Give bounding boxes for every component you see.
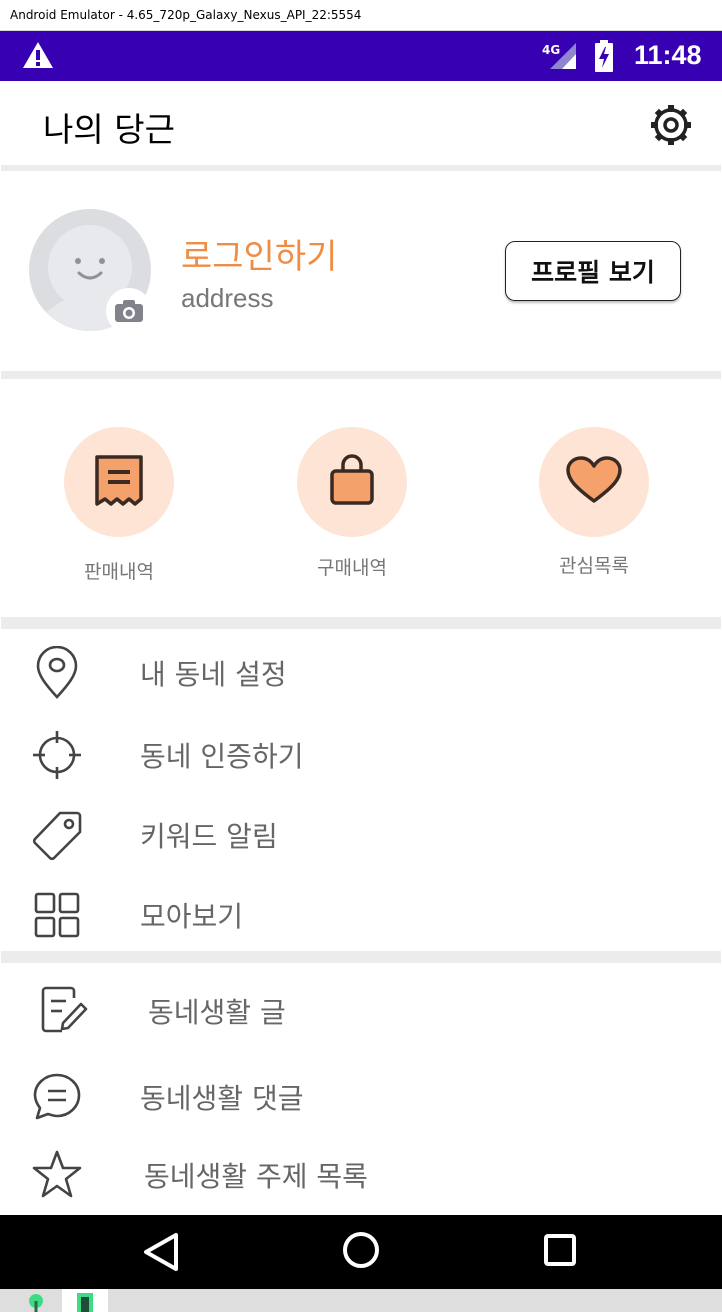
menu-item-label: 내 동네 설정 [140,658,287,691]
signal-4g-icon: 4G [542,42,578,74]
gear-icon[interactable] [644,101,698,153]
menu-item-label: 동네생활 댓글 [140,1082,304,1115]
edit-note-icon [35,983,91,1039]
shortcut-watchlist[interactable]: 관심목록 [514,427,674,578]
neighborhood-life-menu: 동네생활 글 동네생활 댓글 동네생활 주제 목록 [1,971,721,1215]
menu-item-label: 모아보기 [140,900,244,933]
shortcut-sales-history[interactable]: 판매내역 [39,427,199,584]
receipt-icon [93,453,145,511]
menu-item-collections[interactable]: 모아보기 [1,875,721,955]
neighborhood-settings-menu: 내 동네 설정 동네 인증하기 키워드 알림 모아보기 [1,633,721,949]
section-divider [1,951,721,963]
chat-bubble-icon [29,1069,85,1125]
menu-item-topic-list[interactable]: 동네생활 주제 목록 [1,1135,721,1215]
emulator-taskbar-button[interactable] [62,1289,108,1312]
page-title: 나의 당근 [43,110,175,149]
section-divider [1,617,721,629]
star-icon [29,1147,85,1203]
address-text: address [181,283,274,313]
status-bar: 4G 11:48 [0,31,722,81]
battery-charging-icon [594,40,614,76]
menu-item-keyword-alert[interactable]: 키워드 알림 [1,795,721,875]
shortcut-purchase-history[interactable]: 구매내역 [272,427,432,580]
camera-icon[interactable] [106,288,152,334]
menu-item-label: 동네생활 글 [148,996,286,1029]
menu-item-my-posts[interactable]: 동네생활 글 [1,971,721,1051]
crosshair-icon [29,727,85,783]
status-time: 11:48 [634,40,702,70]
host-taskbar [0,1289,722,1312]
warning-icon [22,40,54,74]
menu-item-verify-neighborhood[interactable]: 동네 인증하기 [1,715,721,795]
menu-item-my-comments[interactable]: 동네생활 댓글 [1,1057,721,1137]
network-type-label: 4G [542,43,560,57]
tag-icon [29,807,85,863]
profile-section: 로그인하기 address 프로필 보기 [1,171,721,371]
location-pin-icon [29,645,85,701]
section-divider [1,371,721,379]
grid-icon [29,887,85,943]
my-carrot-screen: 나의 당근 로그인하기 address 프로필 보기 판매내역 구매내역 관심목… [1,81,721,1215]
home-icon[interactable] [342,1231,380,1273]
emulator-window-title: Android Emulator - 4.65_720p_Galaxy_Nexu… [0,0,722,31]
menu-item-label: 동네 인증하기 [140,740,304,773]
shortcut-label: 판매내역 [84,561,154,583]
android-studio-icon[interactable] [28,1293,44,1312]
heart-icon [565,455,623,509]
system-navigation-bar [0,1215,722,1289]
menu-item-my-neighborhood[interactable]: 내 동네 설정 [1,633,721,713]
back-icon[interactable] [140,1231,182,1277]
shortcut-label: 구매내역 [317,557,387,579]
shortcut-label: 관심목록 [559,555,629,577]
history-shortcuts: 판매내역 구매내역 관심목록 [1,379,721,617]
menu-item-label: 동네생활 주제 목록 [144,1160,368,1193]
recent-apps-icon[interactable] [543,1233,577,1271]
menu-item-label: 키워드 알림 [140,820,278,853]
view-profile-button[interactable]: 프로필 보기 [505,241,681,301]
shopping-bag-icon [326,453,378,511]
app-bar: 나의 당근 [1,81,721,165]
login-link[interactable]: 로그인하기 [181,229,337,278]
